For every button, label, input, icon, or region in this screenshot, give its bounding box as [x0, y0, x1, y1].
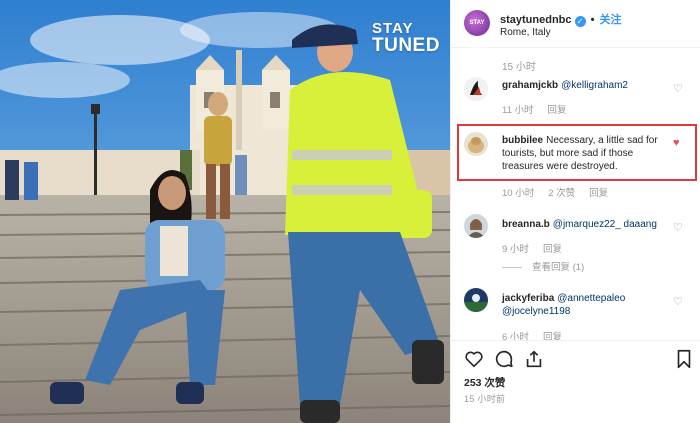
caption-time: 15 小时 [502, 62, 536, 73]
username-link[interactable]: staytunednbc [500, 14, 572, 26]
verified-badge-icon: ✓ [574, 16, 586, 27]
comment-meta: 6 小时 回复 [502, 329, 576, 340]
bookmark-icon[interactable] [673, 348, 695, 370]
watermark-line2: TUNED [372, 35, 440, 56]
post-header: STAY TUNED staytunednbc ✓ • 关注 Rome, Ital… [451, 0, 700, 52]
comment-avatar[interactable] [464, 77, 488, 101]
reply-button[interactable]: 回复 [589, 188, 608, 199]
comment-time: 10 小时 [502, 188, 535, 199]
comment-time: 6 小时 [502, 332, 529, 340]
comment-username[interactable]: jackyferiba [502, 293, 554, 304]
comment-avatar[interactable] [464, 132, 488, 156]
post-photo[interactable]: STAY TUNED [0, 0, 450, 423]
share-icon[interactable] [523, 348, 545, 370]
comment-time: 9 小时 [502, 244, 529, 255]
view-replies-button[interactable]: 查看回复 (1) [502, 259, 584, 273]
comment-meta: 11 小时 回复 [502, 102, 581, 116]
comment-liked-heart-icon[interactable]: ♥ [673, 137, 680, 149]
comment-meta: 10 小时 2 次赞 回复 [502, 185, 622, 199]
post-actions-bar: 253 次赞 15 小时前 [451, 340, 700, 423]
posted-time: 15 小时前 [464, 394, 506, 404]
comment-like-heart-icon[interactable]: ♡ [673, 295, 683, 308]
comment-text[interactable]: @kelligraham2 [561, 80, 628, 91]
comment-body: bubbilee Necessary, a little sad for tour… [502, 134, 677, 173]
comment-username[interactable]: grahamjckb [502, 80, 558, 91]
separator-dot: • [590, 14, 595, 26]
comments-list[interactable]: 15 小时 grahamjckb @kelligraham2 ♡ 11 小时 回复 … [451, 48, 700, 340]
comment-username[interactable]: breanna.b [502, 219, 550, 230]
stay-tuned-watermark: STAY TUNED [372, 20, 440, 56]
reply-button[interactable]: 回复 [543, 244, 562, 255]
comment-body: grahamjckb @kelligraham2 [502, 79, 677, 92]
comment-time: 11 小时 [502, 105, 534, 116]
comment-likes-count[interactable]: 2 次赞 [548, 188, 575, 199]
comment-meta: 9 小时 回复 [502, 241, 576, 255]
post-detail-panel: STAY TUNED staytunednbc ✓ • 关注 Rome, Ital… [450, 0, 700, 423]
comment-body: jackyferiba @annettepaleo @jocelyne1198 [502, 292, 677, 318]
location-link[interactable]: Rome, Italy [500, 27, 551, 38]
reply-button[interactable]: 回复 [543, 332, 562, 340]
comment-text[interactable]: @jmarquez22_ daaang [553, 219, 657, 230]
comment-icon[interactable] [493, 348, 515, 370]
heart-icon[interactable] [463, 348, 485, 370]
follow-button[interactable]: 关注 [600, 14, 622, 26]
photo-illustration [0, 0, 450, 423]
likes-count[interactable]: 253 次赞 [464, 375, 505, 390]
comment-like-heart-icon[interactable]: ♡ [673, 82, 683, 95]
replies-divider-line [502, 266, 522, 268]
comment-avatar[interactable] [464, 288, 488, 312]
view-replies-label[interactable]: 查看回复 (1) [532, 262, 584, 273]
comment-body: breanna.b @jmarquez22_ daaang [502, 218, 677, 231]
comment-avatar[interactable] [464, 214, 488, 238]
avatar[interactable]: STAY TUNED [464, 10, 490, 52]
reply-button[interactable]: 回复 [548, 105, 567, 116]
comment-username[interactable]: bubbilee [502, 135, 543, 146]
comment-like-heart-icon[interactable]: ♡ [673, 221, 683, 234]
header-user-line: staytunednbc ✓ • 关注 [500, 11, 622, 27]
